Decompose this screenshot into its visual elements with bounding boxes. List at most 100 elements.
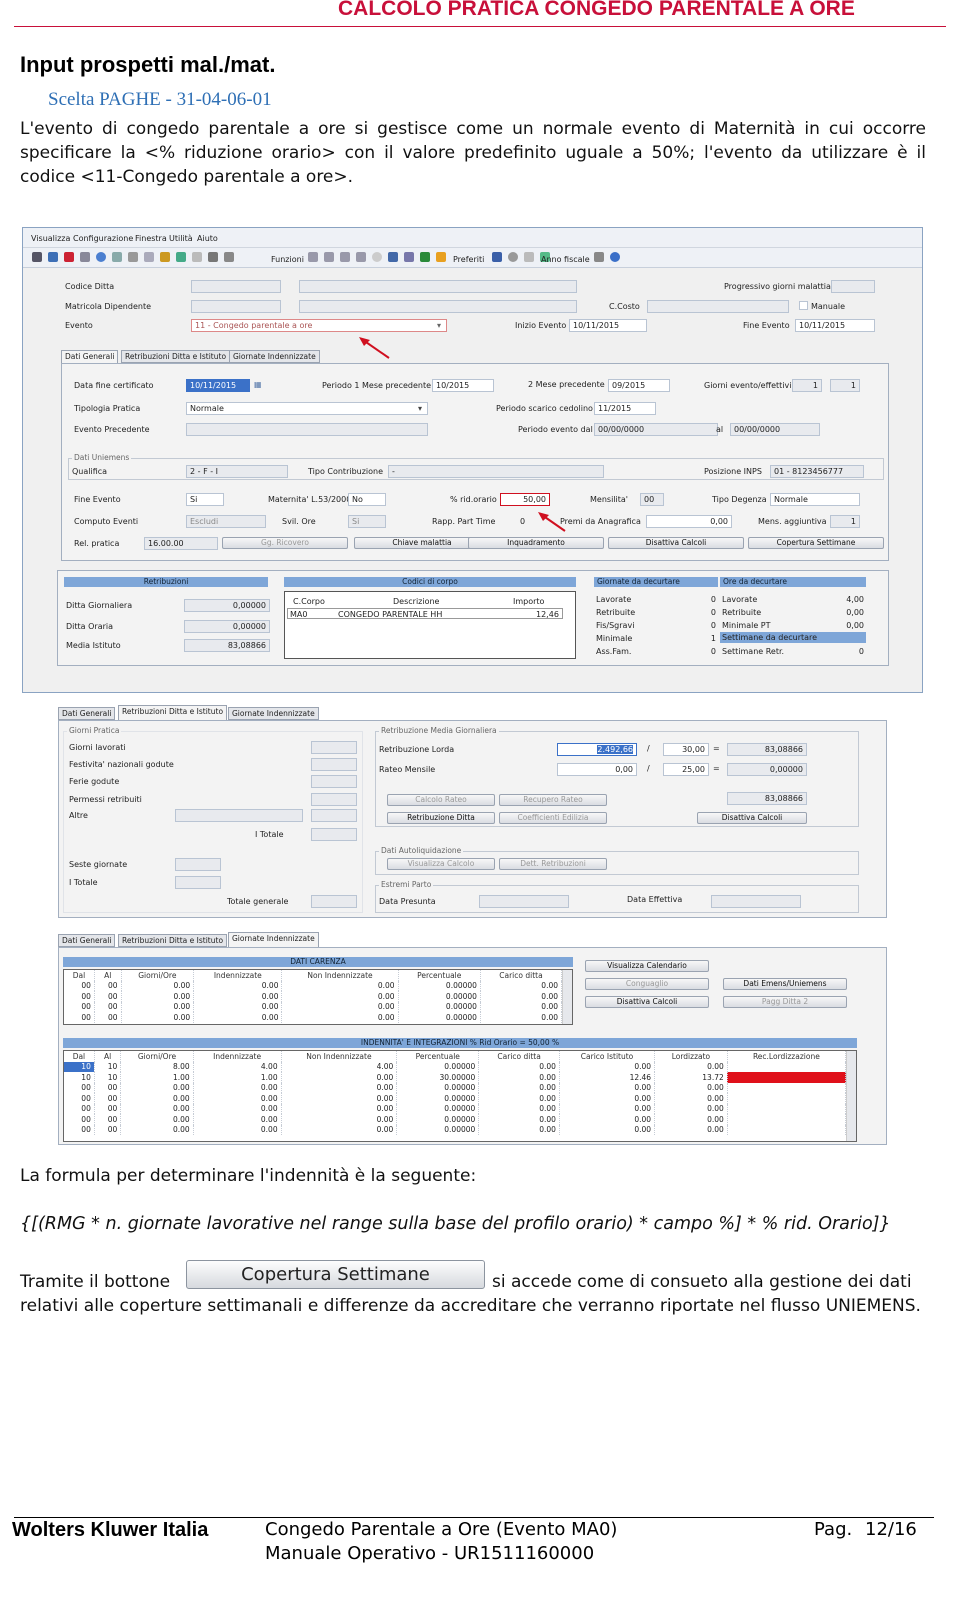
- table-cell[interactable]: 0.00: [193, 1103, 282, 1114]
- table-cell[interactable]: 0.00: [193, 991, 283, 1002]
- table-cell[interactable]: 0.00: [478, 1124, 560, 1135]
- dati-emens-button[interactable]: Dati Emens/Uniemens: [723, 978, 847, 990]
- rmg-totale[interactable]: 83,08866: [727, 792, 807, 805]
- table-cell[interactable]: 30.00000: [396, 1072, 480, 1083]
- coefficienti-edilizia-button[interactable]: Coefficienti Edilizia: [499, 812, 607, 824]
- table-cell[interactable]: 00: [64, 1093, 95, 1104]
- table-cell[interactable]: 0.00: [654, 1061, 728, 1072]
- periodo1-field[interactable]: 10/2015: [432, 379, 494, 392]
- permessi-field[interactable]: [311, 793, 357, 806]
- menu-item-visualizza[interactable]: Visualizza: [31, 234, 70, 243]
- print-icon[interactable]: [80, 252, 90, 262]
- table-cell[interactable]: 0.00: [281, 1012, 399, 1023]
- table-cell[interactable]: 4.00: [281, 1061, 398, 1072]
- table-cell[interactable]: 0.00: [654, 1103, 728, 1114]
- tab-giornate-indennizzate[interactable]: Giornate Indennizzate: [229, 350, 320, 363]
- gear-icon[interactable]: [508, 252, 518, 262]
- tab-giornate-indennizzate[interactable]: Giornate Indennizzate: [228, 932, 319, 947]
- info-icon[interactable]: [610, 252, 620, 262]
- giorni-effettivi-field[interactable]: 1: [830, 379, 860, 392]
- table-cell[interactable]: 10: [94, 1072, 122, 1083]
- table-cell[interactable]: 0.00: [120, 1103, 194, 1114]
- table-cell[interactable]: 0.00: [193, 1082, 282, 1093]
- table-cell[interactable]: 0.00: [480, 1001, 563, 1012]
- evento-select[interactable]: 11 - Congedo parentale a ore: [191, 319, 447, 332]
- table-cell[interactable]: 00: [94, 1114, 122, 1125]
- gg-ricovero-button[interactable]: Gg. Ricovero: [222, 537, 348, 549]
- table-cell[interactable]: 0.00: [480, 980, 563, 991]
- help-icon[interactable]: [96, 252, 106, 262]
- data-presunta-field[interactable]: [479, 895, 569, 908]
- column-header[interactable]: Al: [94, 1051, 122, 1062]
- inizio-evento-field[interactable]: 10/11/2015: [569, 319, 647, 332]
- table-cell[interactable]: 4.00: [193, 1061, 282, 1072]
- table-row[interactable]: 10 10 1.00 1.00 0.00 30.00000 0.00 12.46 13.72: [64, 1072, 847, 1083]
- table-cell[interactable]: 00: [94, 980, 122, 991]
- matricola-field[interactable]: [191, 300, 281, 313]
- table-cell[interactable]: 0.00000: [396, 1061, 480, 1072]
- pagg-ditta-button[interactable]: Pagg Ditta 2: [723, 996, 847, 1008]
- carenza-scrollbar[interactable]: [562, 970, 572, 1024]
- table-cell[interactable]: 0.00: [480, 1012, 563, 1023]
- func2-icon[interactable]: [324, 252, 334, 262]
- indennita-scrollbar[interactable]: [846, 1051, 856, 1141]
- table-row[interactable]: 00 00 0.00 0.00 0.00 0.00000 0.00 0.00 0.00: [64, 1082, 847, 1093]
- i-totale-field[interactable]: [311, 828, 357, 841]
- visualizza-calendario-button[interactable]: Visualizza Calendario: [585, 960, 709, 972]
- table-cell[interactable]: 0.00: [559, 1082, 656, 1093]
- nominativo-field[interactable]: [299, 300, 577, 313]
- tab-retribuzioni[interactable]: Retribuzioni Ditta e Istituto: [118, 705, 228, 720]
- rateo-mensile-field[interactable]: 0,00: [557, 763, 637, 776]
- retribuzione-lorda-field[interactable]: 2.492,66: [557, 743, 637, 756]
- column-header[interactable]: Non Indennizzate: [281, 1051, 398, 1062]
- maternita-select[interactable]: No: [348, 493, 386, 506]
- visualizza-calcolo-button[interactable]: Visualizza Calcolo: [387, 858, 495, 870]
- link-icon[interactable]: [192, 252, 202, 262]
- dett-retribuzioni-button[interactable]: Dett. Retribuzioni: [499, 858, 607, 870]
- table-cell[interactable]: 0.00: [478, 1093, 560, 1104]
- column-header[interactable]: Indennizzate: [193, 1051, 282, 1062]
- column-header[interactable]: Lordizzato: [654, 1051, 728, 1062]
- table-row[interactable]: 00 00 0.00 0.00 0.00 0.00000 0.00 0.00 0.00: [64, 1103, 847, 1114]
- altre-field[interactable]: [311, 809, 357, 822]
- table-cell[interactable]: 12.46: [559, 1072, 656, 1083]
- table-cell[interactable]: 0.00: [281, 1001, 399, 1012]
- inquadramento-button[interactable]: Inquadramento: [468, 537, 604, 549]
- table-cell[interactable]: 0.00: [559, 1103, 656, 1114]
- table-cell[interactable]: 0.00: [478, 1082, 560, 1093]
- table-cell[interactable]: 0.00: [193, 980, 283, 991]
- fine-evento-select[interactable]: Si: [186, 493, 224, 506]
- periodo-scarico-field[interactable]: 11/2015: [594, 402, 656, 415]
- table-cell[interactable]: 0.00: [478, 1061, 560, 1072]
- table-cell[interactable]: [727, 1082, 847, 1093]
- table-cell[interactable]: 0.00: [121, 1001, 195, 1012]
- table-cell[interactable]: 00: [94, 1001, 122, 1012]
- table-cell[interactable]: 0.00: [281, 1114, 398, 1125]
- table-cell[interactable]: 0.00: [654, 1093, 728, 1104]
- table-cell[interactable]: 0.00: [654, 1124, 728, 1135]
- qualifica-field[interactable]: 2 - F - I: [186, 465, 288, 478]
- table-cell[interactable]: 0.00: [193, 1124, 282, 1135]
- globe-icon[interactable]: [176, 252, 186, 262]
- table-cell[interactable]: 13.72: [654, 1072, 728, 1083]
- periodo-evento-al-field[interactable]: 00/00/0000: [730, 423, 820, 436]
- table-cell[interactable]: 0.00: [121, 1012, 195, 1023]
- disattiva-calcoli-button[interactable]: Disattiva Calcoli: [585, 996, 709, 1008]
- box-icon[interactable]: [524, 252, 534, 262]
- evento-dropdown-icon[interactable]: ▾: [437, 321, 441, 330]
- table-cell[interactable]: 0.00000: [396, 1082, 480, 1093]
- conguaglio-button[interactable]: Conguaglio: [585, 978, 709, 990]
- tools-icon[interactable]: [112, 252, 122, 262]
- manuale-checkbox[interactable]: [799, 301, 808, 310]
- table-cell[interactable]: [727, 1103, 847, 1114]
- user-icon[interactable]: [594, 252, 604, 262]
- tipo-contribuzione-field[interactable]: -: [388, 465, 604, 478]
- grid-icon[interactable]: [404, 252, 414, 262]
- mens-aggiuntiva-field[interactable]: 1: [830, 515, 860, 528]
- table-cell[interactable]: 0.00: [120, 1093, 194, 1104]
- table-cell[interactable]: 00: [64, 1082, 95, 1093]
- codici-row[interactable]: MA0 CONGEDO PARENTALE HH 12,46: [287, 608, 563, 619]
- column-header[interactable]: Dal: [64, 1051, 95, 1062]
- table-cell[interactable]: 00: [94, 1012, 122, 1023]
- table-cell[interactable]: 0.00000: [396, 1124, 480, 1135]
